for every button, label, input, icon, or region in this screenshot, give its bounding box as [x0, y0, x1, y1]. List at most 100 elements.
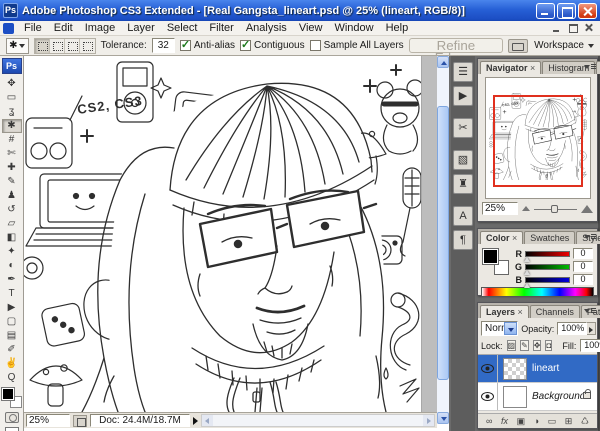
foreground-color-swatch[interactable]: [2, 388, 14, 400]
quick-mask-button[interactable]: [5, 412, 19, 423]
panel-menu-icon[interactable]: [584, 62, 596, 72]
tool-history-brush[interactable]: ↺: [2, 203, 22, 217]
scroll-left-icon[interactable]: [202, 415, 213, 426]
workspace-menu[interactable]: Workspace: [534, 40, 594, 51]
vertical-scrollbar[interactable]: [437, 56, 449, 424]
character-panel-icon[interactable]: A: [453, 206, 473, 226]
refine-edge-button[interactable]: Refine Edge...: [409, 38, 503, 53]
blend-mode-select[interactable]: Normal: [481, 321, 518, 336]
panel-menu-icon[interactable]: [584, 306, 596, 316]
tab-info[interactable]: Info: [596, 61, 600, 74]
tool-pen[interactable]: ✒: [2, 273, 22, 287]
red-channel-slider[interactable]: [525, 251, 570, 257]
subtract-selection-button[interactable]: [65, 39, 80, 53]
tab-color[interactable]: Color: [480, 231, 523, 244]
slider-thumb[interactable]: [524, 270, 530, 275]
tab-layers[interactable]: Layers: [480, 305, 529, 318]
scroll-up-icon[interactable]: [437, 56, 449, 68]
tool-lasso[interactable]: ʓ: [2, 105, 22, 119]
tab-navigator[interactable]: Navigator: [480, 61, 541, 74]
opacity-arrow-icon[interactable]: [587, 322, 596, 335]
tolerance-input[interactable]: 32: [152, 38, 175, 53]
anti-alias-checkbox[interactable]: Anti-alias: [180, 40, 235, 51]
lock-all-icon[interactable]: ◘: [545, 340, 552, 351]
tool-gradient[interactable]: ◧: [2, 231, 22, 245]
tool-healing-brush[interactable]: ✚: [2, 161, 22, 175]
new-layer-icon[interactable]: ⊞: [565, 414, 573, 428]
new-group-icon[interactable]: ▭: [548, 414, 557, 428]
opacity-control[interactable]: 100%: [557, 322, 596, 335]
layer-name[interactable]: lineart: [532, 363, 559, 374]
bridge-icon[interactable]: [508, 39, 528, 53]
layer-row-lineart[interactable]: lineart: [478, 355, 597, 383]
intersect-selection-button[interactable]: [80, 39, 95, 53]
blue-channel-slider[interactable]: [525, 277, 570, 283]
opacity-value[interactable]: 100%: [557, 322, 587, 335]
new-selection-button[interactable]: [35, 39, 50, 53]
layer-comps-icon[interactable]: ▧: [453, 150, 473, 170]
tool-crop[interactable]: #: [2, 133, 22, 147]
navigator-preview[interactable]: [485, 77, 591, 199]
scroll-right-icon[interactable]: [423, 415, 434, 426]
tool-hand[interactable]: ✌: [2, 357, 22, 371]
close-button[interactable]: [578, 3, 597, 19]
layer-thumbnail[interactable]: [503, 358, 527, 380]
link-layers-icon[interactable]: ∞: [486, 414, 492, 428]
navigator-zoom-slider[interactable]: [534, 204, 577, 214]
navigator-zoom-field[interactable]: 25%: [482, 202, 518, 215]
red-channel-value[interactable]: 0: [573, 248, 593, 259]
doc-close-button[interactable]: [584, 23, 594, 33]
visibility-toggle[interactable]: [478, 355, 498, 382]
doc-restore-button[interactable]: [568, 23, 578, 33]
slider-thumb[interactable]: [524, 257, 530, 262]
tool-notes[interactable]: ▤: [2, 329, 22, 343]
navigator-view-box[interactable]: [493, 95, 583, 187]
green-channel-value[interactable]: 0: [573, 261, 593, 272]
tool-eraser[interactable]: ▱: [2, 217, 22, 231]
status-flyout-arrow[interactable]: [193, 417, 198, 425]
menu-window[interactable]: Window: [328, 21, 379, 35]
zoom-out-icon[interactable]: [522, 206, 530, 211]
lock-pixels-icon[interactable]: ✎: [520, 340, 529, 351]
tool-brush[interactable]: ✎: [2, 175, 22, 189]
layer-row-background[interactable]: Background: [478, 383, 597, 411]
brushes-panel-icon[interactable]: ☰: [453, 62, 473, 82]
contiguous-checkbox[interactable]: Contiguous: [240, 40, 305, 51]
menu-help[interactable]: Help: [380, 21, 415, 35]
layer-name[interactable]: Background: [532, 391, 585, 402]
actions-panel-icon[interactable]: ▶: [453, 86, 473, 106]
slider-thumb[interactable]: [551, 205, 558, 213]
scroll-down-icon[interactable]: [437, 412, 449, 424]
slider-thumb[interactable]: [524, 283, 530, 288]
chevron-down-icon[interactable]: [504, 322, 517, 335]
tool-type[interactable]: T: [2, 287, 22, 301]
horizontal-scrollbar[interactable]: [201, 414, 435, 427]
visibility-toggle[interactable]: [478, 383, 498, 410]
tab-channels[interactable]: Channels: [530, 305, 580, 318]
screen-mode-button[interactable]: [5, 427, 19, 431]
lock-position-icon[interactable]: ✥: [533, 340, 542, 351]
add-layer-mask-icon[interactable]: ▣: [517, 414, 526, 428]
zoom-in-icon[interactable]: [581, 205, 593, 213]
paragraph-panel-icon[interactable]: ¶: [453, 230, 473, 250]
tool-dodge[interactable]: ◐: [2, 259, 22, 273]
layer-thumbnail[interactable]: [503, 386, 527, 408]
menu-select[interactable]: Select: [161, 21, 204, 35]
restore-button[interactable]: [557, 3, 576, 19]
zoom-level-field[interactable]: 25%: [26, 414, 70, 427]
tab-swatches[interactable]: Swatches: [524, 231, 575, 244]
tool-shape[interactable]: ▢: [2, 315, 22, 329]
vertical-scroll-thumb[interactable]: [437, 106, 449, 380]
delete-layer-icon[interactable]: ♺: [581, 414, 589, 428]
clone-source-icon[interactable]: ♜: [453, 174, 473, 194]
tool-blur[interactable]: ✦: [2, 245, 22, 259]
menu-filter[interactable]: Filter: [203, 21, 239, 35]
doc-minimize-button[interactable]: [552, 23, 562, 33]
tool-presets-icon[interactable]: ✂: [453, 118, 473, 138]
tool-rectangular-marquee[interactable]: ▭: [2, 91, 22, 105]
blue-channel-value[interactable]: 0: [573, 274, 593, 285]
fill-value[interactable]: 100%: [580, 339, 600, 352]
menu-file[interactable]: File: [18, 21, 48, 35]
menu-view[interactable]: View: [293, 21, 329, 35]
tool-preset-picker[interactable]: ✱: [6, 38, 29, 54]
